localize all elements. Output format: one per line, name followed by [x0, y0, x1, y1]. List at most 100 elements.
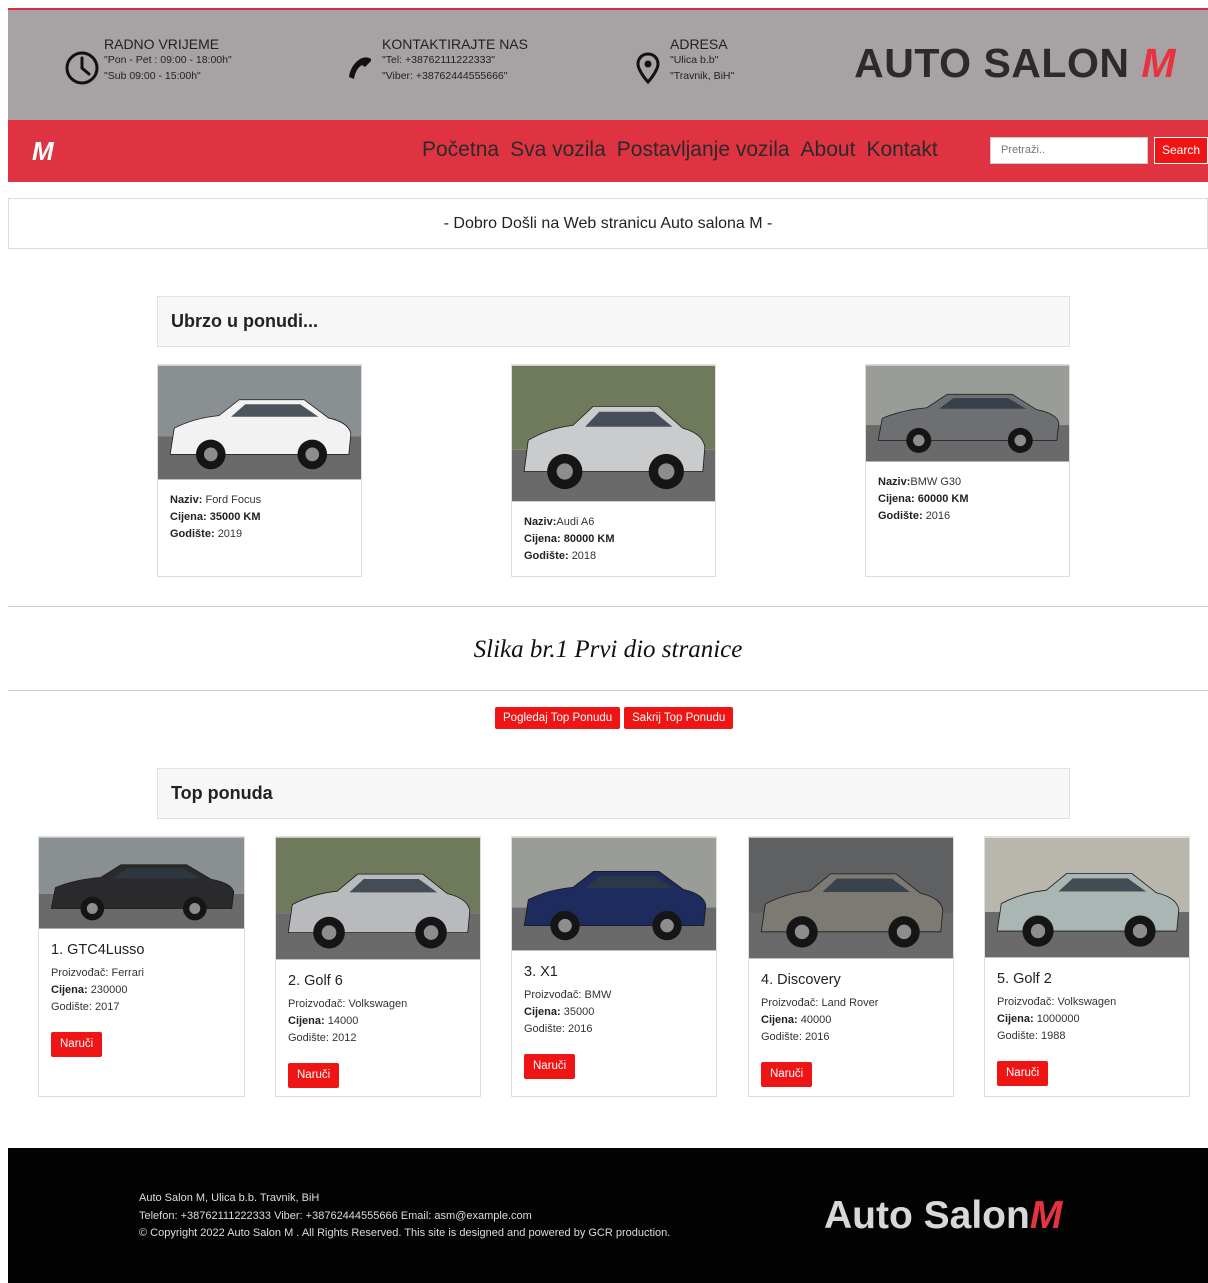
address-city: "Travnik, BiH": [670, 70, 735, 82]
car-title: 3. X1: [524, 964, 558, 980]
car-title: 5. Golf 2: [997, 971, 1052, 987]
car-year: 2012: [332, 1032, 357, 1044]
car-title: 1. GTC4Lusso: [51, 942, 145, 958]
nav-link-sva-vozila[interactable]: Sva vozila: [510, 138, 606, 162]
price-label: Cijena:: [51, 984, 88, 996]
working-hours: RADNO VRIJEME "Pon - Pet : 09:00 - 18:00…: [64, 36, 232, 86]
search-input[interactable]: Pretraži..: [990, 137, 1148, 164]
car-photo: [985, 837, 1189, 958]
hours-title: RADNO VRIJEME: [104, 36, 220, 52]
maker-label: Proizvođač:: [288, 998, 346, 1010]
car-year: 1988: [1041, 1030, 1066, 1042]
car-photo: [158, 365, 361, 480]
car-maker: Volkswagen: [348, 998, 408, 1010]
figure-caption: Slika br.1 Prvi dio stranice: [473, 636, 743, 663]
top-offer-header: Top ponuda: [157, 768, 1070, 819]
car-photo: [39, 837, 244, 929]
car-year: 2016: [568, 1023, 593, 1035]
car-title: 4. Discovery: [761, 972, 841, 988]
year-label: Godište:: [524, 1023, 565, 1035]
year-label: Godište:: [997, 1030, 1038, 1042]
brand-text: AUTO SALON: [854, 40, 1142, 86]
year-label: Godište:: [51, 1001, 92, 1013]
car-year: 2016: [925, 510, 951, 522]
car-price: 230000: [90, 984, 128, 996]
price-label: Cijena:: [524, 533, 561, 545]
car-photo: [749, 837, 953, 959]
phone-icon: [349, 57, 371, 79]
car-price: 80000 KM: [563, 533, 615, 545]
nav-link-pocetna[interactable]: Početna: [422, 138, 499, 162]
order-button[interactable]: Naruči: [761, 1062, 813, 1087]
top-offer-card: 1. GTC4Lusso Proizvođač: Ferrari Cijena:…: [38, 836, 245, 1097]
car-maker: Volkswagen: [1057, 996, 1117, 1008]
year-label: Godište:: [761, 1031, 802, 1043]
car-year: 2018: [571, 550, 597, 562]
car-year: 2017: [95, 1001, 120, 1013]
show-top-offer-button[interactable]: Pogledaj Top Ponudu: [495, 707, 621, 729]
nav-link-kontakt[interactable]: Kontakt: [866, 138, 937, 162]
address-info: ADRESA "Ulica b.b" "Travnik, BiH": [630, 36, 734, 86]
nav-link-postavljanje-vozila[interactable]: Postavljanje vozila: [617, 138, 790, 162]
welcome-banner: - Dobro Došli na Web stranicu Auto salon…: [8, 198, 1208, 249]
car-photo: [276, 837, 480, 960]
footer-copyright: © Copyright 2022 Auto Salon M . All Righ…: [139, 1227, 671, 1239]
top-offer-card: 4. Discovery Proizvođač: Land Rover Cije…: [748, 836, 954, 1097]
nav-links: Početna Sva vozila Postavljanje vozila A…: [422, 138, 938, 162]
brand-m: M: [1141, 40, 1176, 86]
brand-logo: AUTO SALON M: [854, 40, 1176, 87]
footer-brand-logo: Auto SalonM: [824, 1194, 1062, 1238]
price-label: Cijena:: [761, 1014, 798, 1026]
car-price: 60000 KM: [917, 493, 969, 505]
maker-label: Proizvođač:: [761, 997, 819, 1009]
car-price: 35000 KM: [209, 511, 261, 523]
car-name: Audi A6: [556, 516, 595, 528]
car-name: BMW G30: [910, 476, 962, 488]
nav-link-about[interactable]: About: [801, 138, 856, 162]
price-label: Cijena:: [288, 1015, 325, 1027]
car-price: 35000: [563, 1006, 595, 1018]
car-year: 2016: [805, 1031, 830, 1043]
hide-top-offer-button[interactable]: Sakrij Top Ponudu: [624, 707, 734, 729]
footer-address: Auto Salon M, Ulica b.b. Travnik, BiH: [139, 1192, 320, 1204]
nav-logo[interactable]: M: [32, 136, 54, 167]
address-title: ADRESA: [670, 36, 728, 52]
footer-info: Auto Salon M, Ulica b.b. Travnik, BiH Te…: [139, 1190, 670, 1243]
order-button[interactable]: Naruči: [51, 1032, 103, 1057]
year-label: Godište:: [170, 528, 215, 540]
location-pin-icon: [636, 52, 660, 85]
search-button[interactable]: Search: [1154, 137, 1208, 164]
car-maker: Ferrari: [111, 967, 144, 979]
top-offer-card: 5. Golf 2 Proizvođač: Volkswagen Cijena:…: [984, 836, 1190, 1097]
contact-info: KONTAKTIRAJTE NAS "Tel: +38762111222333"…: [342, 36, 528, 86]
hours-weekdays: "Pon - Pet : 09:00 - 18:00h": [104, 54, 232, 66]
year-label: Godište:: [524, 550, 569, 562]
order-button[interactable]: Naruči: [997, 1061, 1049, 1086]
maker-label: Proizvođač:: [524, 989, 582, 1001]
maker-label: Proizvođač:: [51, 967, 109, 979]
contact-phone: "Tel: +38762111222333": [382, 54, 496, 66]
order-button[interactable]: Naruči: [288, 1063, 340, 1088]
order-button[interactable]: Naruči: [524, 1054, 576, 1079]
contact-title: KONTAKTIRAJTE NAS: [382, 36, 528, 52]
footer-brand-text: Auto Salon: [824, 1194, 1030, 1237]
upcoming-card: Naziv:Audi A6 Cijena: 80000 KM Godište: …: [511, 364, 716, 577]
navbar: M Početna Sva vozila Postavljanje vozila…: [8, 120, 1208, 182]
car-title: 2. Golf 6: [288, 973, 343, 989]
divider: [8, 606, 1208, 607]
car-maker: Land Rover: [821, 997, 879, 1009]
upcoming-card: Naziv:BMW G30 Cijena: 60000 KM Godište: …: [865, 364, 1070, 577]
price-label: Cijena:: [170, 511, 207, 523]
upcoming-card: Naziv: Ford Focus Cijena: 35000 KM Godiš…: [157, 364, 362, 577]
car-name: Ford Focus: [205, 494, 262, 506]
top-offer-toggles: Pogledaj Top Ponudu Sakrij Top Ponudu: [495, 707, 734, 729]
year-label: Godište:: [288, 1032, 329, 1044]
footer-brand-m: M: [1029, 1194, 1063, 1237]
price-label: Cijena:: [997, 1013, 1034, 1025]
footer-contacts: Telefon: +38762111222333 Viber: +3876244…: [139, 1209, 532, 1222]
car-maker: BMW: [584, 989, 612, 1001]
contact-viber: "Viber: +38762444555666": [382, 70, 508, 82]
top-info-bar: RADNO VRIJEME "Pon - Pet : 09:00 - 18:00…: [8, 8, 1208, 120]
address-street: "Ulica b.b": [670, 54, 719, 66]
top-offer-card: 2. Golf 6 Proizvođač: Volkswagen Cijena:…: [275, 836, 481, 1097]
